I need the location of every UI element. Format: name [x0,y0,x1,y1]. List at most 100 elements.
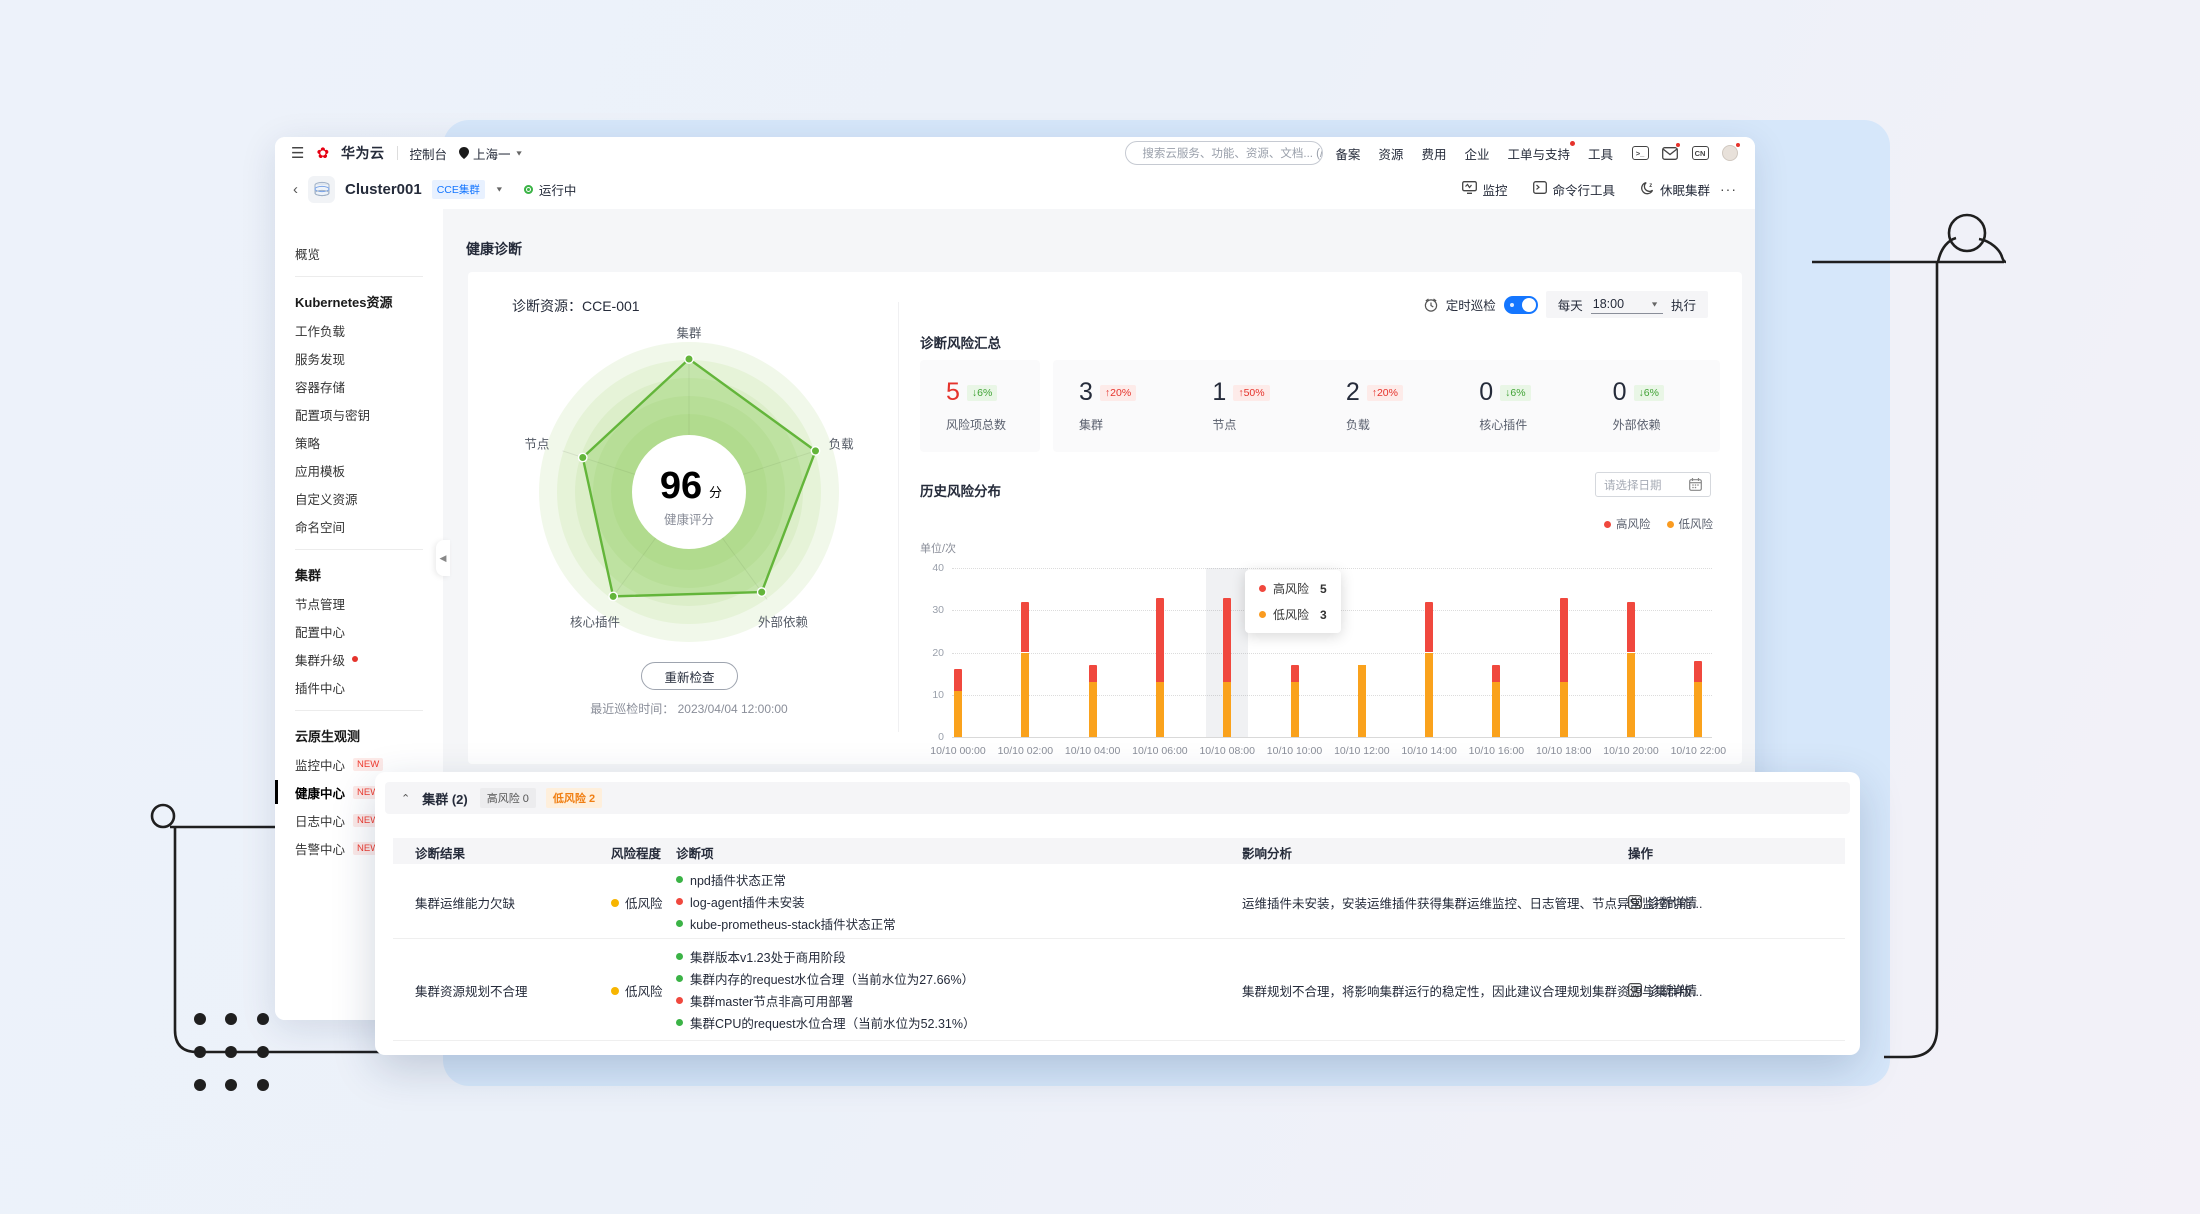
sidebar-item-插件中心[interactable]: 插件中心 [275,673,443,701]
schedule-toggle[interactable] [1503,295,1538,314]
diagnostic-item: 集群master节点非高可用部署 [676,989,975,1011]
diagnose-card: 诊断资源：CCE-001 定时巡检 每天 18:00 ▼ 执行 96 分 健康评… [468,272,1742,764]
more-actions-button[interactable]: ··· [1720,181,1737,197]
bar-low-risk [1492,682,1501,737]
sidebar-item-集群升级[interactable]: 集群升级 [275,645,443,673]
date-picker-input[interactable]: 请选择日期 [1595,472,1711,497]
table-row[interactable]: 集群资源规划不合理 低风险 集群版本v1.23处于商用阶段 集群内存的request水… [393,938,1845,1040]
sidebar-item-label: 自定义资源 [295,492,358,507]
cell-risk-level: 低风险 [611,893,663,912]
stat-value: 3 [1079,378,1093,406]
action-休眠集群[interactable]: z 休眠集群 [1641,180,1710,199]
brand-name[interactable]: 华为云 [341,143,385,163]
nav-item-备案[interactable]: 备案 [1335,144,1360,163]
history-bar-chart: 单位/次 40 30 20 10 0 10/10 00:00 10/10 02:00 10/10… [920,540,1726,757]
cell-risk-level: 低风险 [611,981,663,1000]
tooltip-label: 低风险 [1273,608,1310,622]
sidebar-item-label: 服务发现 [295,352,346,367]
sidebar-item-命名空间[interactable]: 命名空间 [275,512,443,540]
status-label: 运行中 [538,183,577,198]
page-title: 健康诊断 [466,241,522,257]
table-row[interactable]: 集群运维能力欠缺 低风险 npd插件状态正常 log-agent插件未安装 kube-p… [393,864,1845,938]
sidebar-divider [295,549,423,550]
account-avatar[interactable] [1721,142,1741,161]
terminal-icon [1533,181,1548,197]
sidebar-item-配置项与密钥[interactable]: 配置项与密钥 [275,400,443,428]
history-legend: 高风险 低风险 [1508,516,1713,532]
huawei-logo-icon[interactable]: ✿ [316,146,329,161]
sidebar-section-Kubernetes资源: Kubernetes资源 [295,294,393,310]
sidebar-collapse-handle[interactable]: ◀ [436,540,450,576]
region-selector[interactable]: 上海一 ▼ [459,144,523,163]
sidebar-section-云原生观测: 云原生观测 [295,728,361,744]
hamburger-menu-icon[interactable]: ☰ [291,144,304,162]
x-tick-label: 10/10 18:00 [1535,745,1592,757]
cluster-switch-chevron-icon[interactable]: ▼ [495,185,504,193]
x-tick-label: 10/10 08:00 [1199,745,1255,757]
item-status-dot-ok [676,1018,683,1026]
x-tick-label: 10/10 00:00 [930,745,986,757]
sidebar-item-概览[interactable]: 概览 [275,239,443,267]
nav-item-工具[interactable]: 工具 [1588,144,1613,163]
nav-item-费用[interactable]: 费用 [1421,144,1446,163]
messages-icon[interactable] [1661,142,1681,161]
sidebar-divider [295,276,423,277]
search-placeholder: 搜索云服务、功能、资源、文档... (/) [1142,148,1324,160]
collapse-chevron-icon[interactable]: ⌃ [401,792,410,805]
sidebar-item-label: 应用模板 [295,464,346,479]
search-input[interactable]: 搜索云服务、功能、资源、文档... (/) [1125,141,1324,165]
stat-外部依赖: 0 ↓6% 外部依赖 [1587,360,1720,452]
sidebar-item-label: 监控中心 [295,758,346,773]
low-risk-dot [611,986,619,995]
nav-item-资源[interactable]: 资源 [1378,144,1403,163]
action-命令行工具[interactable]: 命令行工具 [1533,180,1615,199]
trend-badge: ↓6% [966,384,998,401]
action-label: 休眠集群 [1659,183,1710,198]
calendar-icon [1689,478,1702,491]
sidebar-item-label: 策略 [295,436,321,451]
chart-tooltip: 高风险 5 低风险 3 [1245,570,1341,633]
bar-high-risk [1694,660,1703,683]
sidebar-item-label: 插件中心 [295,681,346,696]
diagnostic-item: kube-prometheus-stack插件状态正常 [676,912,896,934]
badge-高风险 0: 高风险 0 [479,788,536,808]
bar-high-risk [1627,601,1635,653]
run-button[interactable]: 执行 [1671,295,1696,314]
sidebar-item-容器存储[interactable]: 容器存储 [275,372,443,400]
bar-low-risk [1627,652,1635,737]
risk-badges: 高风险 0 低风险 2 [479,788,603,808]
nav-item-工单与支持[interactable]: 工单与支持 [1507,140,1575,163]
sidebar-item-配置中心[interactable]: 配置中心 [275,617,443,645]
item-status-dot-error [676,897,683,905]
magnifier-doc-icon [1628,982,1642,997]
stat-label: 节点 [1212,418,1237,432]
back-button[interactable]: ‹ [293,181,298,198]
decor-right-vline [1884,262,1939,1059]
sidebar-item-应用模板[interactable]: 应用模板 [275,456,443,484]
time-select[interactable]: 18:00 ▼ [1590,295,1663,314]
nav-item-企业[interactable]: 企业 [1464,144,1489,163]
trend-badge: ↑20% [1099,384,1137,401]
bar-high-risk [1021,601,1030,653]
sidebar-item-策略[interactable]: 策略 [275,428,443,456]
item-status-dot-ok [676,952,683,960]
recheck-button[interactable]: 重新检查 [641,662,738,690]
sidebar-item-节点管理[interactable]: 节点管理 [275,589,443,617]
column-header-操作: 操作 [1628,847,1654,861]
divider [898,302,899,732]
bar-low-risk [1290,682,1299,737]
console-link[interactable]: 控制台 [410,144,448,163]
diagnose-detail-button[interactable]: 诊断详情 [1628,892,1697,911]
language-icon[interactable]: CN [1691,145,1709,161]
diagnose-detail-button[interactable]: 诊断详情 [1628,980,1697,999]
sidebar-item-自定义资源[interactable]: 自定义资源 [275,484,443,512]
sidebar-item-工作负载[interactable]: 工作负载 [275,316,443,344]
sidebar-item-服务发现[interactable]: 服务发现 [275,344,443,372]
health-radar-chart: 96 分健康评分 集群 负载 外部依赖 核心插件 节点 [519,322,859,662]
sidebar-item-label: 概览 [295,247,321,262]
cli-icon[interactable]: >_ [1631,145,1649,161]
stat-value: 0 [1479,378,1494,406]
action-监控[interactable]: 监控 [1462,180,1507,199]
stat-top: 3 ↑20% [1079,378,1186,407]
diagnostic-item-text: 集群版本v1.23处于商用阶段 [690,950,846,965]
